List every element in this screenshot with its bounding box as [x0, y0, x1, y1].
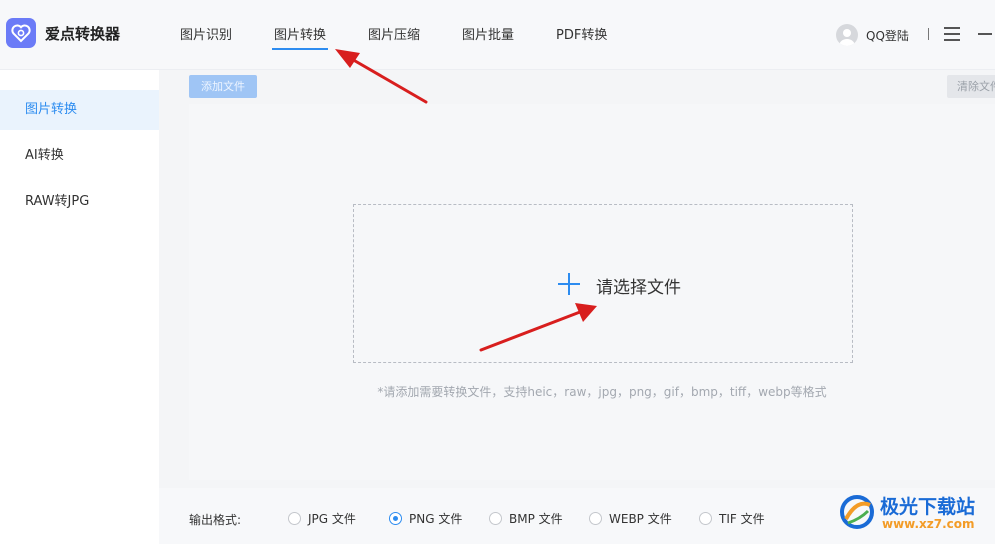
radio-unchecked-icon[interactable]	[699, 512, 712, 525]
format-option-webp[interactable]: WEBP 文件	[589, 510, 672, 527]
output-format-label: 输出格式:	[189, 513, 242, 527]
select-file-label[interactable]: 请选择文件	[596, 273, 681, 298]
format-option-bmp[interactable]: BMP 文件	[489, 510, 563, 527]
format-option-label: TIF 文件	[719, 512, 765, 526]
format-option-label: WEBP 文件	[609, 512, 672, 526]
radio-unchecked-icon[interactable]	[288, 512, 301, 525]
sidebar-item-ai-convert[interactable]: AI转换	[0, 136, 159, 176]
tab-image-compress[interactable]: 图片压缩	[368, 24, 420, 43]
tab-pdf-convert[interactable]: PDF转换	[556, 24, 607, 43]
format-option-label: BMP 文件	[509, 512, 563, 526]
tab-image-recognition[interactable]: 图片识别	[180, 24, 232, 43]
sidebar-item-image-convert[interactable]: 图片转换	[0, 90, 159, 130]
watermark-title: 极光下载站	[880, 496, 976, 518]
format-option-png[interactable]: PNG 文件	[389, 510, 462, 527]
app-logo-icon	[6, 18, 36, 48]
radio-unchecked-icon[interactable]	[489, 512, 502, 525]
radio-unchecked-icon[interactable]	[589, 512, 602, 525]
radio-checked-icon[interactable]	[389, 512, 402, 525]
sidebar-item-raw-to-jpg[interactable]: RAW转JPG	[0, 182, 159, 222]
format-option-tif[interactable]: TIF 文件	[699, 510, 765, 527]
qq-login-link[interactable]: QQ登陆	[866, 27, 909, 44]
minimize-icon[interactable]	[978, 33, 992, 35]
watermark-logo-icon	[838, 493, 876, 531]
menu-icon[interactable]	[944, 27, 960, 41]
watermark-url: www.xz7.com	[882, 517, 975, 531]
app-name: 爱点转换器	[45, 25, 121, 43]
format-option-label: JPG 文件	[308, 512, 356, 526]
header-divider	[928, 28, 929, 40]
tab-image-batch[interactable]: 图片批量	[462, 24, 514, 43]
plus-icon[interactable]	[558, 273, 580, 295]
clear-file-button[interactable]: 清除文件	[947, 75, 995, 98]
tab-image-convert[interactable]: 图片转换	[271, 24, 329, 50]
avatar-icon[interactable]	[836, 24, 858, 46]
sidebar: 图片转换 AI转换 RAW转JPG	[0, 70, 159, 544]
format-option-label: PNG 文件	[409, 512, 463, 526]
supported-formats-hint: *请添加需要转换文件，支持heic，raw，jpg，png，gif，bmp，ti…	[377, 385, 827, 399]
format-option-jpg[interactable]: JPG 文件	[288, 510, 356, 527]
add-file-button[interactable]: 添加文件	[189, 75, 257, 98]
